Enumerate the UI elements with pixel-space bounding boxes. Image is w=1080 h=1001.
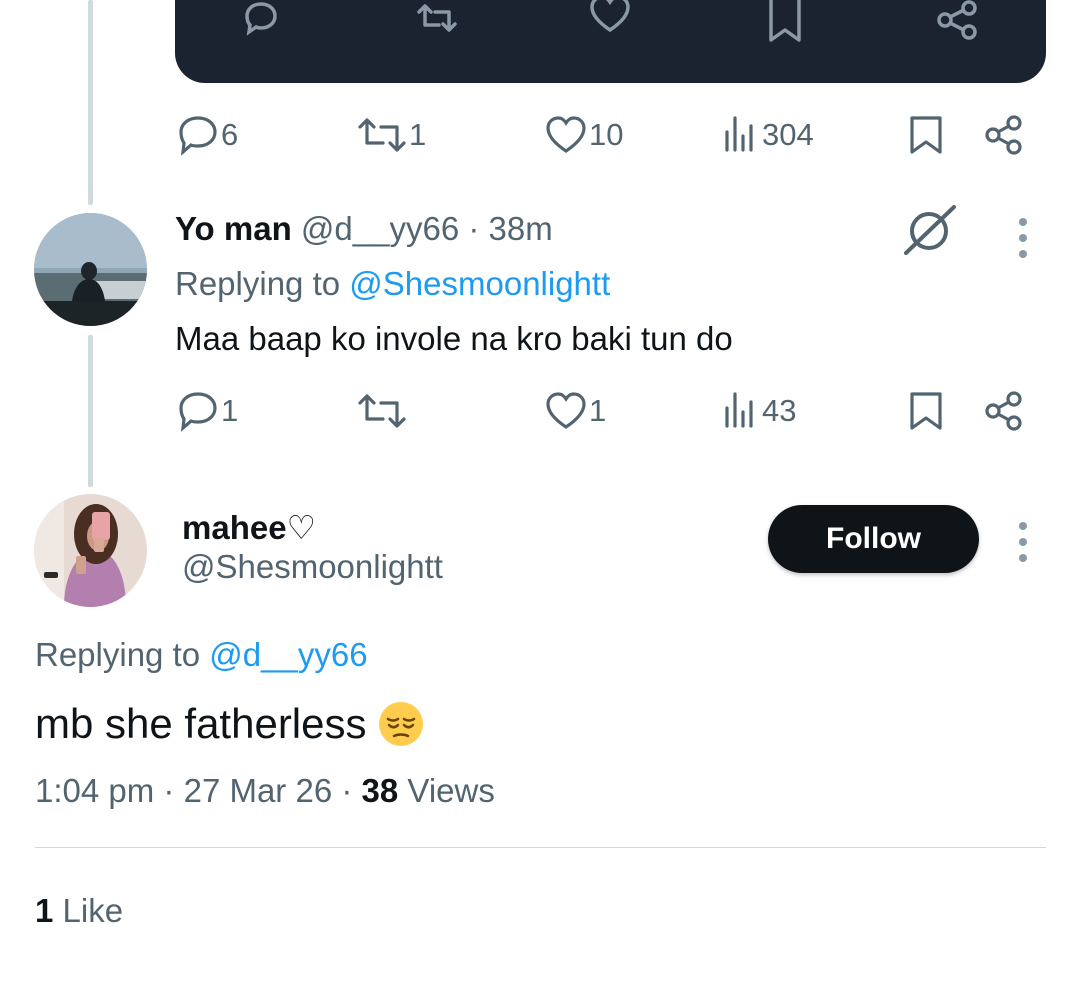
avatar[interactable] xyxy=(34,494,147,607)
display-name[interactable]: mahee♡ xyxy=(182,508,316,547)
views-button[interactable]: 43 xyxy=(724,386,796,436)
views-button[interactable]: 304 xyxy=(724,110,814,160)
like-count: 10 xyxy=(589,117,624,152)
retweet-count: 1 xyxy=(409,117,427,152)
replying-label: Replying to xyxy=(35,636,201,673)
more-options-icon[interactable] xyxy=(1018,522,1028,562)
like-count: 1 xyxy=(589,393,607,428)
bookmark-button[interactable] xyxy=(908,110,944,160)
views-icon xyxy=(725,116,753,152)
views-label: Views xyxy=(407,772,495,809)
thread-line-top xyxy=(88,0,93,205)
tweet-time[interactable]: 1:04 pm xyxy=(35,772,154,809)
tweet-timestamp: 1:04 pm · 27 Mar 26 · 38 Views xyxy=(35,772,495,810)
reply-icon[interactable] xyxy=(239,0,283,44)
follow-button[interactable]: Follow xyxy=(768,505,979,573)
likes-count: 1 xyxy=(35,892,54,929)
share-icon xyxy=(985,115,1022,155)
grok-icon[interactable] xyxy=(902,205,958,260)
divider xyxy=(35,847,1046,848)
separator-dot: · xyxy=(468,210,480,247)
share-icon xyxy=(985,391,1022,431)
bookmark-icon xyxy=(910,116,942,154)
avatar-image xyxy=(34,494,147,607)
more-options-icon[interactable] xyxy=(1018,218,1028,258)
reply-icon xyxy=(179,116,217,156)
views-count: 43 xyxy=(762,393,797,428)
handle[interactable]: @d__yy66 xyxy=(301,210,459,247)
display-name[interactable]: Yo man xyxy=(175,210,292,247)
tweet-date[interactable]: 27 Mar 26 xyxy=(184,772,333,809)
retweet-icon[interactable] xyxy=(415,0,459,44)
tweet-text: mb she fatherless xyxy=(35,700,367,747)
reply-icon xyxy=(179,392,217,432)
avatar[interactable] xyxy=(34,213,147,326)
separator-dot: · xyxy=(163,772,175,809)
reply-action-bar: 1 1 43 xyxy=(0,386,1080,436)
like-button[interactable]: 10 xyxy=(545,110,623,160)
media-card[interactable] xyxy=(175,0,1046,83)
like-icon xyxy=(546,392,586,429)
reply-button[interactable]: 6 xyxy=(177,110,238,160)
bookmark-icon xyxy=(910,392,942,430)
replying-to: Replying to @Shesmoonlightt xyxy=(175,265,610,303)
retweet-icon xyxy=(358,394,406,428)
handle[interactable]: @Shesmoonlightt xyxy=(182,548,443,586)
avatar-image xyxy=(34,213,147,326)
views-count: 304 xyxy=(762,117,814,152)
replying-to-link[interactable]: @d__yy66 xyxy=(209,636,367,673)
replying-label: Replying to xyxy=(175,265,341,302)
likes-summary[interactable]: 1 Like xyxy=(35,892,123,930)
views-count: 38 xyxy=(361,772,399,809)
views-icon xyxy=(725,392,753,428)
tweet-body: mb she fatherless xyxy=(35,700,425,748)
parent-action-bar: 6 1 10 304 xyxy=(0,110,1080,160)
share-button[interactable] xyxy=(984,386,1024,436)
replying-to: Replying to @d__yy66 xyxy=(35,636,368,674)
retweet-button[interactable]: 1 xyxy=(357,110,426,160)
reply-header: Yo man @d__yy66 · 38m xyxy=(175,210,553,248)
tweet-time[interactable]: 38m xyxy=(489,210,553,247)
reply-count: 1 xyxy=(221,393,239,428)
bookmark-button[interactable] xyxy=(908,386,944,436)
like-icon xyxy=(546,116,586,153)
bookmark-icon[interactable] xyxy=(763,0,807,44)
tweet-text: Maa baap ko invole na kro baki tun do xyxy=(175,320,733,357)
like-icon[interactable] xyxy=(588,0,632,44)
like-button[interactable]: 1 xyxy=(545,386,606,436)
share-icon[interactable] xyxy=(935,0,979,44)
likes-label: Like xyxy=(62,892,124,929)
reply-count: 6 xyxy=(221,117,239,152)
replying-to-link[interactable]: @Shesmoonlightt xyxy=(349,265,610,302)
separator-dot: · xyxy=(341,772,353,809)
retweet-icon xyxy=(358,118,406,152)
pensive-face-emoji xyxy=(378,702,423,746)
reply-button[interactable]: 1 xyxy=(177,386,238,436)
retweet-button[interactable] xyxy=(357,386,409,436)
share-button[interactable] xyxy=(984,110,1024,160)
